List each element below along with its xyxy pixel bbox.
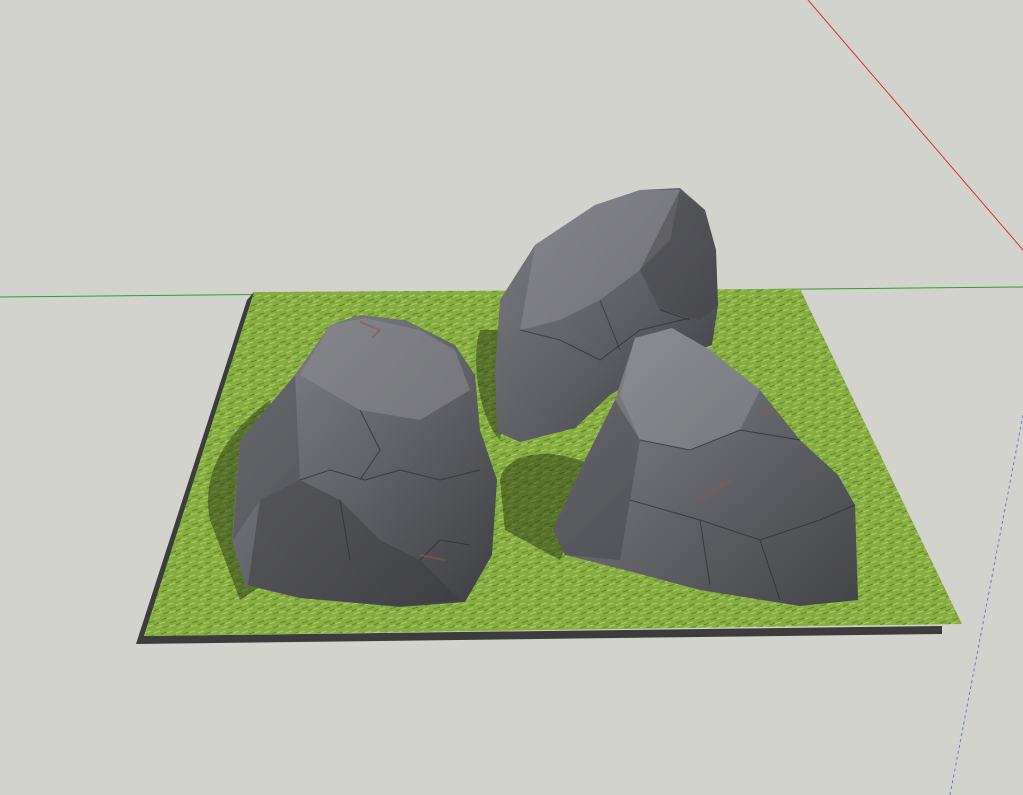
- red-axis-line: [807, 0, 1023, 251]
- modeling-viewport[interactable]: [0, 0, 1023, 795]
- 3d-scene[interactable]: [0, 0, 1023, 795]
- blue-axis-line: [949, 414, 1023, 795]
